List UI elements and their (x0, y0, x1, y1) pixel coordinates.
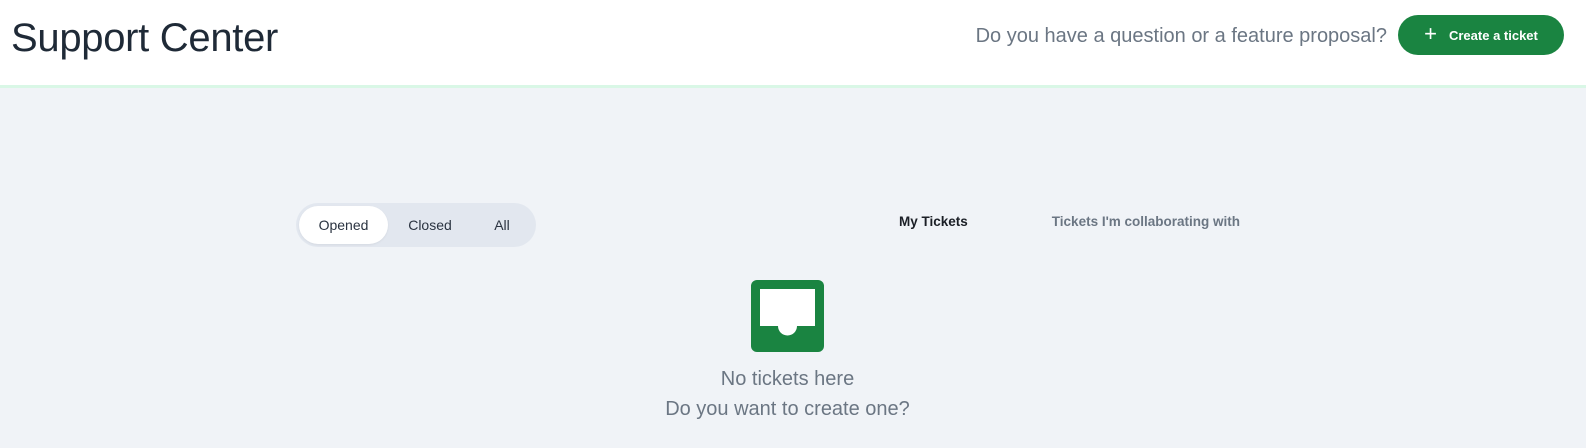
tab-collaborating[interactable]: Tickets I'm collaborating with (1052, 214, 1240, 229)
tab-all[interactable]: All (472, 206, 532, 244)
tab-opened[interactable]: Opened (299, 206, 388, 244)
tab-closed[interactable]: Closed (388, 206, 472, 244)
create-ticket-button[interactable]: + Create a ticket (1398, 15, 1564, 55)
inbox-icon (751, 280, 824, 352)
scope-tabs: My Tickets Tickets I'm collaborating wit… (899, 214, 1240, 229)
page-title: Support Center (11, 16, 279, 60)
create-ticket-label: Create a ticket (1448, 27, 1538, 43)
header-question: Do you have a question or a feature prop… (975, 25, 1387, 47)
empty-state-subtitle: Do you want to create one? (665, 398, 910, 420)
main-content: Opened Closed All My Tickets Tickets I'm… (0, 91, 1586, 448)
plus-icon: + (1424, 21, 1437, 46)
header: Support Center Do you have a question or… (0, 0, 1586, 88)
tab-my-tickets[interactable]: My Tickets (899, 214, 968, 229)
empty-state-title: No tickets here (720, 368, 855, 390)
status-filter: Opened Closed All (296, 203, 536, 247)
